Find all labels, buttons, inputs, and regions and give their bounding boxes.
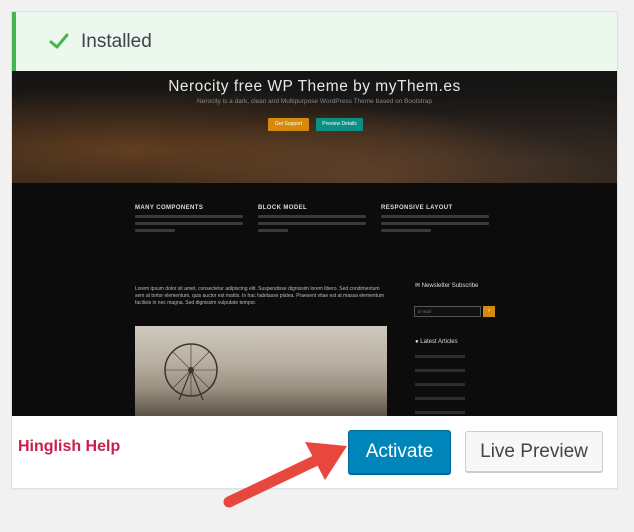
preview-subtitle: Nerocity is a dark, clean and Multipurpo… [197, 98, 432, 105]
preview-hero: Nerocity free WP Theme by myThem.es Nero… [12, 71, 617, 183]
newsletter-go-button: › [483, 306, 495, 317]
site-watermark-label: Hinglish Help [18, 438, 121, 455]
feature-line [381, 222, 489, 225]
preview-photo [135, 326, 387, 416]
feature-responsive: RESPONSIVE LAYOUT [381, 205, 491, 232]
feature-title: MANY COMPONENTS [135, 205, 204, 211]
feature-line [135, 215, 243, 218]
theme-card: Installed Nerocity free WP Theme by myTh… [11, 11, 618, 489]
newsletter-heading: ✉ Newsletter Subscribe [415, 283, 479, 289]
article-item [415, 369, 465, 372]
feature-line [381, 215, 489, 218]
newsletter-email-field: E-mail [414, 306, 481, 317]
installed-text: Installed [81, 31, 152, 52]
preview-details-button: Preview Details [316, 118, 363, 131]
feature-line [381, 229, 431, 232]
feature-components: MANY COMPONENTS [135, 205, 245, 232]
feature-line [135, 222, 243, 225]
installed-notice: Installed [12, 12, 617, 71]
preview-title: Nerocity free WP Theme by myThem.es [168, 78, 461, 95]
feature-line [258, 222, 366, 225]
feature-block-model: BLOCK MODEL [258, 205, 368, 232]
article-item [415, 355, 465, 358]
ferris-wheel-icon [164, 343, 218, 400]
activate-button[interactable]: Activate [348, 430, 451, 474]
preview-body-text: Lorem ipsum dolor sit amet, consectetur … [135, 286, 385, 306]
feature-title: BLOCK MODEL [258, 205, 308, 211]
feature-line [135, 229, 175, 232]
feature-line [258, 215, 366, 218]
preview-support-button: Get Support [268, 118, 309, 131]
latest-articles-label: Latest Articles [420, 339, 458, 345]
feature-line [258, 229, 288, 232]
theme-screenshot[interactable]: Nerocity free WP Theme by myThem.es Nero… [12, 71, 617, 416]
article-item [415, 411, 465, 414]
article-item [415, 397, 465, 400]
article-item [415, 383, 465, 386]
newsletter-label: Newsletter Subscribe [421, 283, 479, 289]
check-icon [49, 33, 69, 49]
latest-articles-heading: ● Latest Articles [415, 339, 458, 345]
live-preview-button[interactable]: Live Preview [465, 431, 603, 472]
feature-title: RESPONSIVE LAYOUT [381, 205, 453, 211]
